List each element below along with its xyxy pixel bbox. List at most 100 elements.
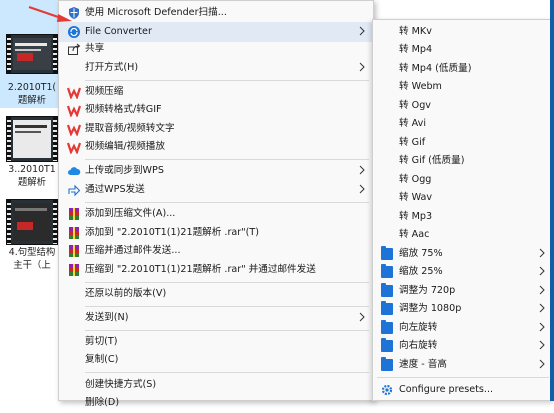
video-thumbnail [6, 34, 58, 74]
chevron-right-icon [359, 165, 365, 175]
menu-item-copy[interactable]: 复制(C) [59, 350, 373, 370]
submenu-item-label: 转 Avi [399, 118, 426, 129]
winrar-icon [69, 208, 79, 220]
menu-item-label: 发送到(N) [85, 312, 129, 323]
menu-item-compress-rar-email[interactable]: 压缩到 "2.2010T1(1)21题解析 .rar" 并通过邮件发送 [59, 260, 373, 280]
submenu-item-scale-75[interactable]: 缩放 75% [373, 245, 553, 263]
submenu-item-label: 转 MKv [399, 26, 432, 37]
menu-item-label: 上传或同步到WPS [85, 165, 164, 176]
submenu-item-mp3[interactable]: 转 Mp3 [373, 208, 553, 226]
chevron-right-icon [359, 312, 365, 322]
share-icon [68, 43, 81, 55]
submenu-item-label: 转 Mp4 (低质量) [399, 63, 472, 74]
submenu-item-avi[interactable]: 转 Avi [373, 115, 553, 133]
menu-item-video-edit[interactable]: 视频编辑/视频播放 [59, 137, 373, 157]
submenu-item-mkv[interactable]: 转 MKv [373, 23, 553, 41]
menu-item-label: 压缩并通过邮件发送... [85, 245, 181, 256]
folder-icon [381, 338, 393, 352]
menu-item-add-to-rar[interactable]: 添加到 "2.2010T1(1)21题解析 .rar"(T) [59, 223, 373, 243]
chevron-right-icon [539, 303, 545, 313]
menu-item-label: 使用 Microsoft Defender扫描... [85, 7, 227, 18]
file-item-2[interactable]: 3..2010T1 题解析 [0, 110, 62, 192]
cloud-icon [68, 167, 81, 175]
file-name-line2: 题解析 [17, 95, 47, 106]
menu-item-label: 剪切(T) [85, 336, 118, 347]
submenu-item-label: 转 Wav [399, 192, 433, 203]
menu-item-video-convert-gif[interactable]: 视频转格式/转GIF [59, 100, 373, 120]
submenu-item-wav[interactable]: 转 Wav [373, 189, 553, 207]
context-menu: 使用 Microsoft Defender扫描... File Converte… [58, 0, 374, 408]
submenu-item-aac[interactable]: 转 Aac [373, 226, 553, 244]
submenu-item-mp4[interactable]: 转 Mp4 [373, 41, 553, 59]
chevron-right-icon [539, 248, 545, 258]
menu-separator [85, 80, 369, 81]
menu-item-share[interactable]: 共享 [59, 39, 373, 59]
submenu-item-ogv[interactable]: 转 Ogv [373, 97, 553, 115]
menu-item-send-to[interactable]: 发送到(N) [59, 308, 373, 328]
send-icon [68, 184, 81, 197]
menu-separator [85, 330, 369, 331]
winrar-icon [69, 227, 79, 239]
file-explorer-pane: 2.2010T1( 题解析 3..2010T1 题解析 4.句型结构 主干（上 [0, 0, 62, 401]
submenu-item-configure-presets[interactable]: Configure presets... [373, 381, 553, 399]
submenu-item-label: 缩放 25% [399, 266, 443, 277]
winrar-icon [69, 245, 79, 257]
submenu-item-resize-1080p[interactable]: 调整为 1080p [373, 300, 553, 318]
submenu-item-label: 转 Ogv [399, 100, 431, 111]
menu-item-restore-versions[interactable]: 还原以前的版本(V) [59, 284, 373, 304]
submenu-item-gif-low[interactable]: 转 Gif (低质量) [373, 152, 553, 170]
menu-item-send-via-wps[interactable]: 通过WPS发送 [59, 180, 373, 200]
menu-item-create-shortcut[interactable]: 创建快捷方式(S) [59, 375, 373, 395]
submenu-item-label: Configure presets... [399, 384, 494, 395]
menu-item-video-compress[interactable]: 视频压缩 [59, 82, 373, 102]
submenu-item-ogg[interactable]: 转 Ogg [373, 171, 553, 189]
submenu-item-webm[interactable]: 转 Webm [373, 78, 553, 96]
menu-item-open-with[interactable]: 打开方式(H) [59, 58, 373, 78]
submenu-item-label: 转 Webm [399, 81, 442, 92]
submenu-item-label: 调整为 720p [399, 285, 456, 296]
menu-item-label: 创建快捷方式(S) [85, 379, 157, 390]
menu-item-add-to-archive[interactable]: 添加到压缩文件(A)... [59, 204, 373, 224]
folder-icon [381, 357, 393, 371]
file-converter-submenu: 转 MKv 转 Mp4 转 Mp4 (低质量) 转 Webm 转 Ogv 转 A… [372, 19, 554, 401]
menu-separator [85, 202, 369, 203]
file-name-line1: 4.句型结构 [8, 247, 56, 258]
chevron-right-icon [539, 266, 545, 276]
menu-item-label: 添加到 "2.2010T1(1)21题解析 .rar"(T) [85, 227, 259, 238]
menu-item-defender-scan[interactable]: 使用 Microsoft Defender扫描... [59, 3, 373, 23]
menu-item-label: 添加到压缩文件(A)... [85, 208, 176, 219]
menu-item-cut[interactable]: 剪切(T) [59, 332, 373, 352]
submenu-item-rotate-right[interactable]: 向右旋转 [373, 337, 553, 355]
submenu-item-label: 缩放 75% [399, 248, 443, 259]
submenu-item-label: 转 Gif (低质量) [399, 155, 465, 166]
folder-icon [381, 246, 393, 260]
submenu-item-gif[interactable]: 转 Gif [373, 134, 553, 152]
submenu-item-rotate-left[interactable]: 向左旋转 [373, 319, 553, 337]
wps-icon [67, 87, 81, 99]
menu-item-delete[interactable]: 删除(D) [59, 393, 373, 413]
menu-separator [85, 282, 369, 283]
chevron-right-icon [539, 285, 545, 295]
file-name-line2: 主干（上 [13, 260, 51, 271]
menu-item-compress-email[interactable]: 压缩并通过邮件发送... [59, 241, 373, 261]
menu-item-extract-audio[interactable]: 提取音频/视频转文字 [59, 119, 373, 139]
submenu-item-mp4-low[interactable]: 转 Mp4 (低质量) [373, 60, 553, 78]
submenu-item-speed-pitch[interactable]: 速度 - 音高 [373, 356, 553, 374]
menu-item-label: 共享 [85, 43, 105, 54]
video-thumbnail [6, 199, 58, 245]
file-item-3[interactable]: 4.句型结构 主干（上 [0, 195, 62, 275]
chevron-right-icon [539, 340, 545, 350]
submenu-item-resize-720p[interactable]: 调整为 720p [373, 282, 553, 300]
submenu-item-scale-25[interactable]: 缩放 25% [373, 263, 553, 281]
folder-icon [381, 264, 393, 278]
gear-icon [381, 384, 393, 396]
submenu-item-label: 转 Ogg [399, 174, 432, 185]
video-thumbnail [6, 116, 58, 162]
menu-item-upload-wps[interactable]: 上传或同步到WPS [59, 161, 373, 181]
menu-item-label: 压缩到 "2.2010T1(1)21题解析 .rar" 并通过邮件发送 [85, 264, 316, 275]
file-converter-icon [68, 26, 80, 38]
file-name-line2: 题解析 [17, 177, 47, 188]
chevron-right-icon [539, 359, 545, 369]
wps-icon [67, 142, 81, 154]
wps-icon [67, 124, 81, 136]
